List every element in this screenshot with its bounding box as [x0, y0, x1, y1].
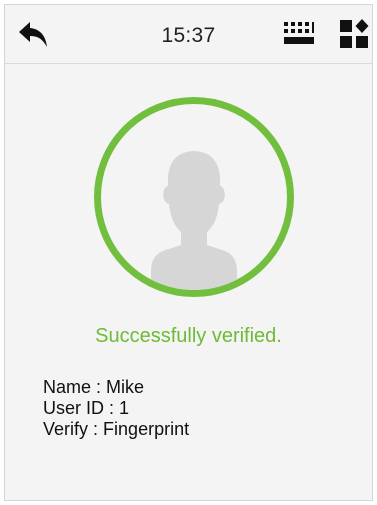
- verification-screen: 15:37 Successfully verified. Name: Mike…: [4, 4, 373, 501]
- verify-row: Verify : Fingerprint: [43, 419, 189, 440]
- name-row: Name : Mike: [43, 377, 189, 398]
- verify-separator: :: [88, 419, 104, 439]
- apps-button[interactable]: [339, 19, 369, 49]
- user-id-separator: :: [104, 398, 120, 418]
- verify-label: Verify: [43, 419, 89, 439]
- user-id-value: 1: [119, 398, 130, 418]
- verify-value: Fingerprint: [103, 419, 190, 439]
- keyboard-button[interactable]: [283, 21, 315, 47]
- keyboard-icon: [284, 22, 314, 44]
- top-bar: 15:37: [5, 5, 372, 64]
- user-id-label: User ID: [43, 398, 105, 418]
- user-info: Name : Mike User ID : 1 Verify : Fingerp…: [43, 377, 189, 440]
- verification-status: Successfully verified.: [95, 325, 282, 347]
- name-label: Name: [43, 377, 92, 397]
- name-value: Mike: [106, 377, 145, 397]
- user-silhouette-icon: [151, 151, 237, 290]
- apps-grid-icon: [340, 19, 369, 48]
- avatar-frame: [94, 97, 294, 297]
- name-separator: :: [91, 377, 107, 397]
- user-id-row: User ID : 1: [43, 398, 189, 419]
- clock-time: 15:37: [161, 24, 216, 47]
